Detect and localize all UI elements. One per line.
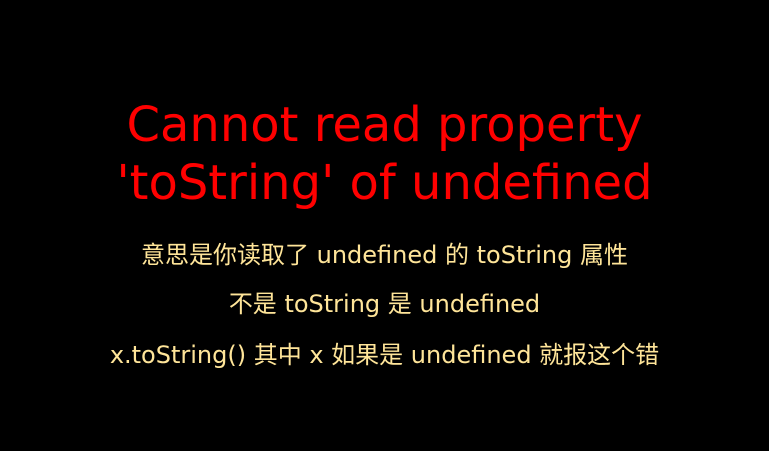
explanation-line-3: x.toString() 其中 x 如果是 undefined 就报这个错: [109, 341, 660, 369]
explanation-line-2: 不是 toString 是 undefined: [228, 290, 541, 318]
error-title-line-1: Cannot read property: [126, 97, 643, 153]
error-title-line-2: 'toString' of undefined: [116, 155, 653, 211]
explanation-line-1: 意思是你读取了 undefined 的 toString 属性: [141, 241, 628, 269]
slide: Cannot read property 'toString' of undef…: [0, 0, 769, 451]
error-title: Cannot read property 'toString' of undef…: [0, 96, 769, 212]
